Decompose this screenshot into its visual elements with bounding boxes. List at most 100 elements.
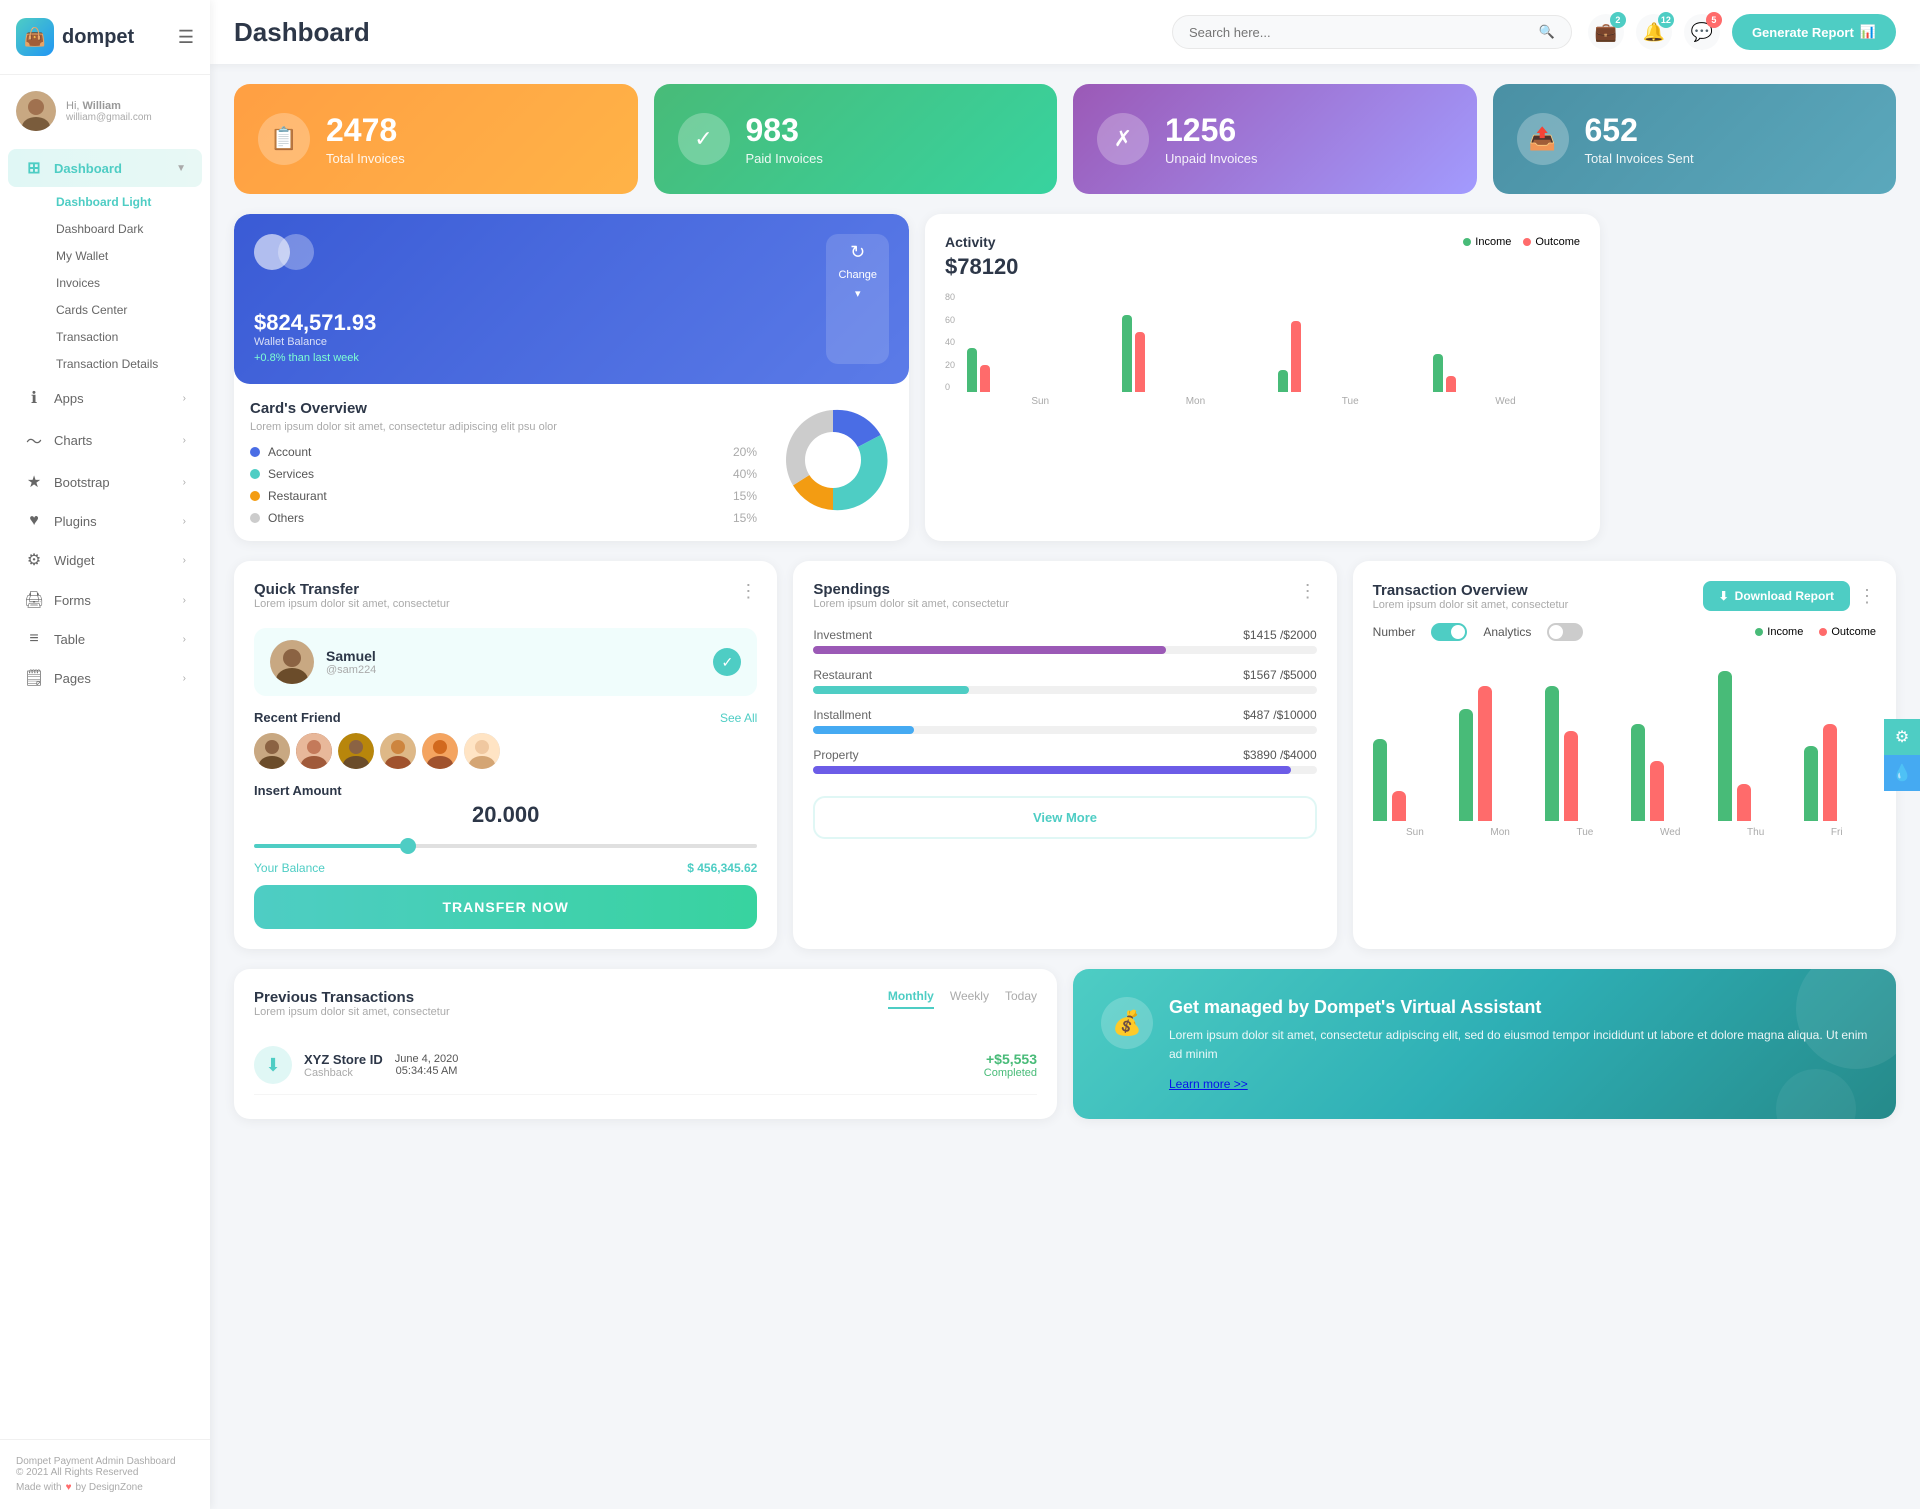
search-input[interactable] xyxy=(1189,25,1531,40)
spending-label: Installment$487 /$10000 xyxy=(813,708,1316,722)
va-inner: 💰 Get managed by Dompet's Virtual Assist… xyxy=(1101,997,1868,1091)
sent-invoices-icon: 📤 xyxy=(1517,113,1569,165)
friend-avatar-1[interactable] xyxy=(254,733,290,769)
bar-group xyxy=(1278,321,1425,393)
bar-group xyxy=(967,348,1114,392)
legend-label-others: Others xyxy=(268,511,725,525)
transfer-now-button[interactable]: TRANSFER NOW xyxy=(254,885,757,929)
footer-made-with: Made with ♥ by DesignZone xyxy=(16,1482,194,1493)
outcome-bar xyxy=(1478,686,1492,821)
income-bar xyxy=(1433,354,1443,393)
balance-label: Your Balance xyxy=(254,861,325,875)
nav-sub-item-transaction[interactable]: Transaction xyxy=(40,324,202,350)
quick-transfer-menu[interactable]: ⋮ xyxy=(739,581,757,602)
sidebar-footer: Dompet Payment Admin Dashboard © 2021 Al… xyxy=(0,1439,210,1509)
number-toggle[interactable] xyxy=(1431,623,1467,641)
chevron-down-icon: ▼ xyxy=(176,163,186,174)
legend-dot-restaurant xyxy=(250,491,260,501)
view-more-button[interactable]: View More xyxy=(813,796,1316,839)
chevron-down-icon-wallet: ▾ xyxy=(855,287,861,300)
legend-others: Others 15% xyxy=(250,511,757,525)
recent-friends-header: Recent Friend See All xyxy=(254,710,757,725)
pt-tab-weekly[interactable]: Weekly xyxy=(950,989,989,1009)
txn-row-type: Cashback xyxy=(304,1067,383,1079)
logo-icon: 👜 xyxy=(16,18,54,56)
settings-float-button[interactable]: ⚙ xyxy=(1884,719,1920,755)
toggle-knob-1 xyxy=(1451,625,1465,639)
pt-subtitle: Lorem ipsum dolor sit amet, consectetur xyxy=(254,1006,450,1018)
txn-row-status: Completed xyxy=(984,1067,1037,1079)
pt-tab-today[interactable]: Today xyxy=(1005,989,1037,1009)
wallet-change-button[interactable]: ↻ Change ▾ xyxy=(826,234,889,364)
see-all-link[interactable]: See All xyxy=(720,711,757,725)
download-report-button[interactable]: ⬇ Download Report xyxy=(1703,581,1850,611)
water-float-button[interactable]: 💧 xyxy=(1884,755,1920,791)
outcome-bar xyxy=(1737,784,1751,822)
txn-row-amount-status: +$5,553 Completed xyxy=(984,1051,1037,1079)
income-dot xyxy=(1463,238,1471,246)
sidebar-item-plugins[interactable]: ♥ Plugins › xyxy=(8,503,202,539)
transaction-overview-widget: Transaction Overview Lorem ipsum dolor s… xyxy=(1353,561,1896,949)
toggle-knob-2 xyxy=(1549,625,1563,639)
generate-report-button[interactable]: Generate Report 📊 xyxy=(1732,14,1896,50)
income-bar xyxy=(1718,671,1732,821)
bar-chart-area: SunMonTueWed xyxy=(967,292,1580,407)
gear-float-icon: ⚙ xyxy=(1895,727,1909,747)
friend-avatar-4[interactable] xyxy=(380,733,416,769)
sidebar-item-widget[interactable]: ⚙ Widget › xyxy=(8,541,202,579)
friend-avatar-6[interactable] xyxy=(464,733,500,769)
nav-sub-item-invoices[interactable]: Invoices xyxy=(40,270,202,296)
sidebar-item-apps[interactable]: ℹ Apps › xyxy=(8,379,202,417)
bell-icon-btn[interactable]: 🔔 12 xyxy=(1636,14,1672,50)
message-badge: 5 xyxy=(1706,12,1722,28)
friend-avatar-2[interactable] xyxy=(296,733,332,769)
sidebar-item-table[interactable]: ≡ Table › xyxy=(8,621,202,657)
quick-transfer-subtitle: Lorem ipsum dolor sit amet, consectetur xyxy=(254,598,450,610)
chevron-right-icon: › xyxy=(183,393,186,404)
overview-subtitle: Lorem ipsum dolor sit amet, consectetur … xyxy=(250,421,757,433)
pt-tab-monthly[interactable]: Monthly xyxy=(888,989,934,1009)
sidebar-item-forms[interactable]: 🖨 Forms › xyxy=(8,581,202,619)
sidebar-item-bootstrap[interactable]: ★ Bootstrap › xyxy=(8,463,202,501)
bar-group xyxy=(1373,739,1445,822)
balance-row: Your Balance $ 456,345.62 xyxy=(254,861,757,875)
forms-icon: 🖨 xyxy=(24,590,44,610)
nav-sub-item-transaction-details[interactable]: Transaction Details xyxy=(40,351,202,377)
txn-menu[interactable]: ⋮ xyxy=(1858,586,1876,607)
nav-sub-item-dashboard-dark[interactable]: Dashboard Dark xyxy=(40,216,202,242)
hamburger-icon[interactable]: ☰ xyxy=(178,27,194,48)
nav-main: ⊞ Dashboard ▼ Dashboard Light Dashboard … xyxy=(0,139,210,707)
wallet-label: Wallet Balance xyxy=(254,336,810,348)
nav-sub-item-cards-center[interactable]: Cards Center xyxy=(40,297,202,323)
nav-sub-item-my-wallet[interactable]: My Wallet xyxy=(40,243,202,269)
analytics-toggle[interactable] xyxy=(1547,623,1583,641)
amount-slider[interactable] xyxy=(254,844,757,848)
sidebar-item-charts[interactable]: 〜 Charts › xyxy=(8,419,202,461)
txn-chart-container: 100806040200 SunMonTueWedThuFri xyxy=(1373,653,1876,838)
spending-bar-fill xyxy=(813,726,914,734)
toggle1-label: Number xyxy=(1373,625,1416,639)
paid-invoices-number: 983 xyxy=(746,112,823,149)
list-item: Restaurant$1567 /$5000 xyxy=(813,668,1316,694)
search-icon[interactable]: 🔍 xyxy=(1539,24,1555,40)
message-icon-btn[interactable]: 💬 5 xyxy=(1684,14,1720,50)
search-bar: 🔍 xyxy=(1172,15,1572,49)
friend-avatar-3[interactable] xyxy=(338,733,374,769)
paid-invoices-label: Paid Invoices xyxy=(746,151,823,166)
pt-title: Previous Transactions xyxy=(254,989,450,1006)
contact-name: Samuel xyxy=(326,648,376,664)
nav-sub-item-dashboard-light[interactable]: Dashboard Light xyxy=(40,189,202,215)
spendings-menu[interactable]: ⋮ xyxy=(1299,581,1317,602)
paid-invoices-icon: ✓ xyxy=(678,113,730,165)
spending-bar-bg xyxy=(813,766,1316,774)
nav-sub-dashboard: Dashboard Light Dashboard Dark My Wallet… xyxy=(0,189,210,377)
contact-handle: @sam224 xyxy=(326,664,376,676)
friend-avatar-5[interactable] xyxy=(422,733,458,769)
wallet-icon-btn[interactable]: 💼 2 xyxy=(1588,14,1624,50)
sidebar-item-dashboard[interactable]: ⊞ Dashboard ▼ xyxy=(8,149,202,187)
balance-value: $ 456,345.62 xyxy=(687,861,757,875)
sidebar-item-pages[interactable]: 🗒 Pages › xyxy=(8,659,202,697)
wallet-change: +0.8% than last week xyxy=(254,352,810,364)
floating-panel: ⚙ 💧 xyxy=(1884,719,1920,791)
va-learn-more-link[interactable]: Learn more >> xyxy=(1169,1077,1248,1091)
